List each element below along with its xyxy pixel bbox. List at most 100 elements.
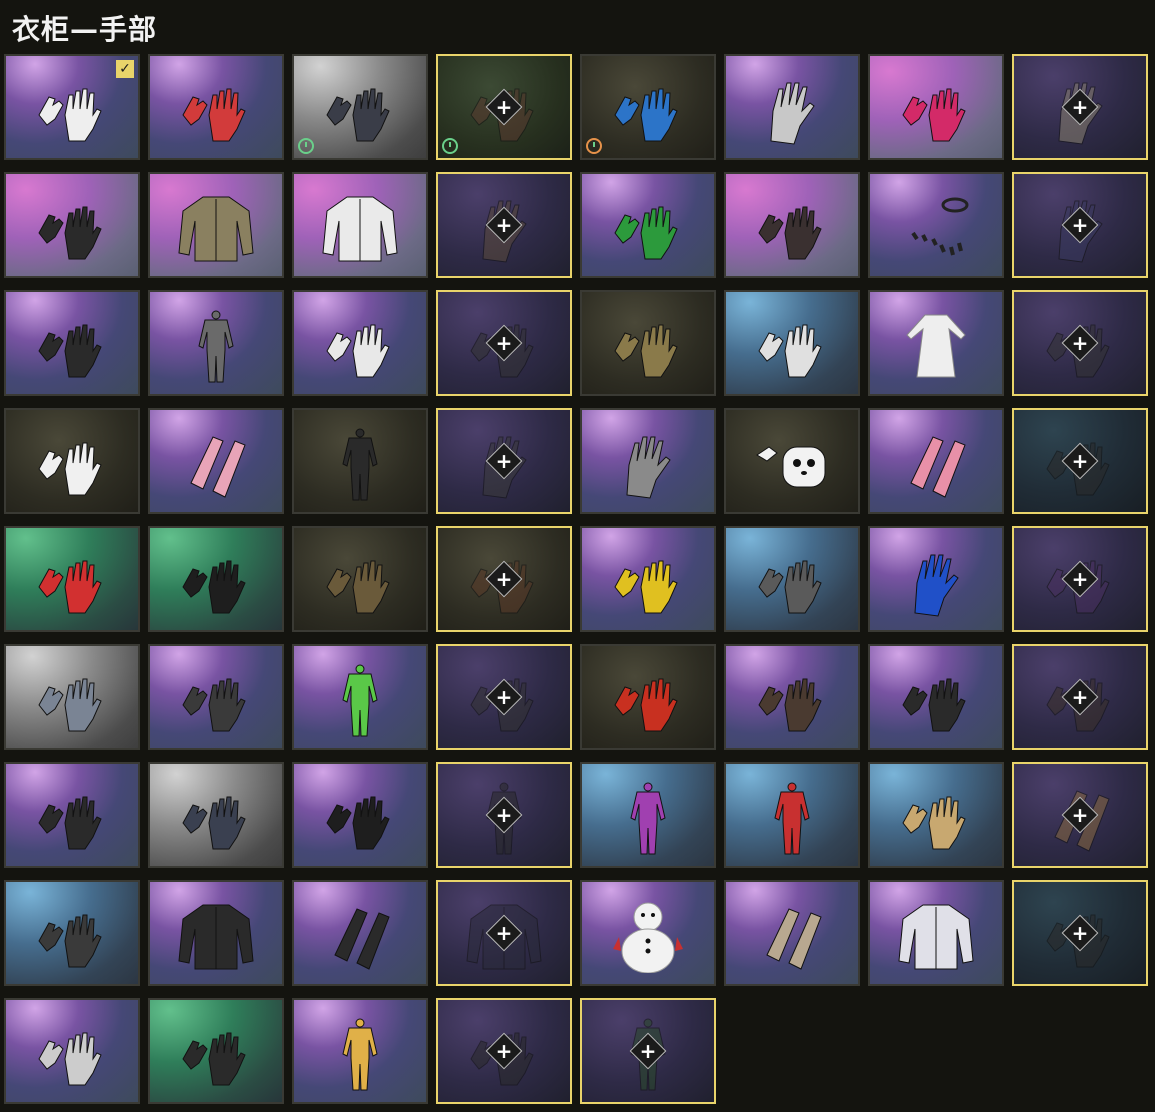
black-white-gloves-icon [29,779,115,855]
wardrobe-slot-purple-gloves-locked[interactable]: + [1012,526,1148,632]
red-studded-gloves-icon [173,1015,259,1091]
wardrobe-slot-studded-gray-fingerless[interactable] [724,526,860,632]
wardrobe-slot-white-red-racing-gloves[interactable] [148,54,284,160]
black-knit-gloves-icon [29,307,115,383]
wardrobe-slot-red-black-racing-gloves[interactable] [580,644,716,750]
blue-racing-gloves-icon [605,71,691,147]
skeleton-gloves-icon [29,425,115,501]
timer-clock-icon [298,138,314,154]
dark-wrap-gloves-icon [29,897,115,973]
tan-racing-gloves-icon [893,779,979,855]
wardrobe-slot-purple-bodysuit[interactable] [580,762,716,868]
wardrobe-slot-yellow-blue-gloves[interactable] [580,526,716,632]
white-tied-shirt-icon [317,189,403,265]
wardrobe-slot-white-painted-hand[interactable] [724,54,860,160]
wardrobe-slot-blue-latex-glove[interactable] [868,526,1004,632]
pink-sleeves-icon [173,425,259,501]
wardrobe-slot-armored-knuckle-gloves[interactable] [148,644,284,750]
wardrobe-slot-black-leather-jacket[interactable] [148,880,284,986]
wardrobe-slot-floral-sleeves-locked[interactable]: + [1012,762,1148,868]
wardrobe-slot-brown-gloves-locked[interactable]: + [436,54,572,160]
wardrobe-slot-white-knit-fingerless[interactable] [4,998,140,1104]
red-black-racing-gloves-icon [605,661,691,737]
wardrobe-slot-dark-wrap-gloves[interactable] [4,880,140,986]
wardrobe-slot-panda-mitten[interactable] [724,408,860,514]
wardrobe-slot-leather-bracer-locked[interactable]: + [436,172,572,278]
armored-knuckle-gloves-icon [173,661,259,737]
wardrobe-slot-green-white-suit[interactable] [292,644,428,750]
wardrobe-slot-gray-jumpsuit[interactable] [148,290,284,396]
wardrobe-slot-gray-blue-fingerless[interactable] [4,644,140,750]
snowman-suit-icon [605,897,691,974]
wardrobe-slot-blue-racing-gloves[interactable] [580,54,716,160]
wardrobe-slot-black-painted-hand-locked[interactable]: + [436,408,572,514]
wardrobe-slot-yellow-jumpsuit[interactable] [292,998,428,1104]
wardrobe-slot-dark-gloves-locked[interactable]: + [1012,880,1148,986]
wardrobe-slot-gold-armored-gloves[interactable] [580,290,716,396]
wardrobe-slot-white-fingerless-gloves[interactable]: ✓ [4,54,140,160]
wardrobe-slot-snowman-suit[interactable] [580,880,716,986]
wardrobe-slot-hooded-cloak-locked[interactable]: + [436,880,572,986]
purple-bodysuit-icon [605,779,691,855]
black-suit-icon [317,425,403,501]
wardrobe-grid: ✓ + + + + + + + + + + + + + + + + + + [4,54,1148,1104]
wardrobe-slot-orange-trim-gloves[interactable] [724,644,860,750]
green-white-suit-icon [317,661,403,737]
page-title: 衣柜—手部 [12,13,158,46]
wardrobe-slot-gold-trim-gloves-locked[interactable]: + [1012,644,1148,750]
wardrobe-slot-white-frill-dress[interactable] [868,290,1004,396]
black-bandage-sleeves-icon [317,897,403,973]
wardrobe-slot-black-knuckle-gloves[interactable] [292,762,428,868]
gray-jumpsuit-icon [173,307,259,383]
red-white-bodysuit-icon [749,779,835,855]
wardrobe-slot-black-tactical-locked-2[interactable]: + [436,998,572,1104]
wardrobe-slot-green-racing-gloves[interactable] [580,172,716,278]
black-claws-bracelet-icon [893,189,979,265]
orange-trim-gloves-icon [749,661,835,737]
wardrobe-slot-gray-sleeve-hand[interactable] [580,408,716,514]
wardrobe-slot-red-snowflake-gloves[interactable] [4,526,140,632]
wardrobe-slot-laced-fingerless-gloves[interactable] [868,644,1004,750]
wardrobe-slot-pink-racing-gloves[interactable] [868,54,1004,160]
wardrobe-slot-black-knit-gloves[interactable] [4,290,140,396]
wardrobe-slot-brown-fingerless-gloves[interactable] [292,526,428,632]
wardrobe-slot-blue-glove-locked[interactable]: + [1012,172,1148,278]
wardrobe-slot-dark-fingerless-gloves[interactable] [292,54,428,160]
wardrobe-slot-pink-knit-sleeve[interactable] [868,408,1004,514]
wardrobe-slot-green-suit-locked[interactable]: + [580,998,716,1104]
wardrobe-slot-camo-jacket[interactable] [148,172,284,278]
wardrobe-slot-white-gloves[interactable] [292,290,428,396]
wardrobe-slot-bandaged-hand-locked[interactable]: + [1012,54,1148,160]
brown-fingerless-gloves-icon [317,543,403,619]
wardrobe-slot-red-studded-gloves[interactable] [148,998,284,1104]
wardrobe-slot-black-suit[interactable] [292,408,428,514]
wardrobe-slot-black-white-gloves[interactable] [4,762,140,868]
wardrobe-slot-white-hooded-jacket[interactable] [868,880,1004,986]
wardrobe-slot-dark-knit-gloves-locked[interactable]: + [1012,408,1148,514]
wardrobe-slot-black-gloves-locked[interactable]: + [436,644,572,750]
wardrobe-slot-black-tactical-gloves-locked[interactable]: + [436,290,572,396]
wardrobe-slot-black-leather-gloves[interactable] [148,526,284,632]
wardrobe-slot-blue-armored-gloves[interactable] [148,762,284,868]
panda-mitten-icon [749,425,835,501]
wardrobe-slot-black-coat-locked[interactable]: + [436,762,572,868]
wardrobe-slot-skeleton-gloves[interactable] [4,408,140,514]
wardrobe-slot-tan-bandage-sleeves[interactable] [724,880,860,986]
timer-clock-icon [442,138,458,154]
wardrobe-slot-white-tied-shirt[interactable] [292,172,428,278]
blue-armored-gloves-icon [173,779,259,855]
wardrobe-slot-brown-leather-gloves-locked[interactable]: + [436,526,572,632]
wardrobe-slot-pink-sleeves[interactable] [148,408,284,514]
yellow-jumpsuit-icon [317,1015,403,1091]
wardrobe-slot-tan-racing-gloves[interactable] [868,762,1004,868]
black-fingerless-gloves-icon [29,189,115,265]
white-knit-fingerless-icon [29,1015,115,1091]
wardrobe-slot-white-knuckle-gloves[interactable] [724,290,860,396]
wardrobe-slot-black-fingerless-gloves[interactable] [4,172,140,278]
wardrobe-slot-studded-fingerless-gloves[interactable] [724,172,860,278]
gray-blue-fingerless-icon [29,661,115,737]
wardrobe-slot-black-studded-gloves-locked[interactable]: + [1012,290,1148,396]
wardrobe-slot-black-bandage-sleeves[interactable] [292,880,428,986]
wardrobe-slot-red-white-bodysuit[interactable] [724,762,860,868]
wardrobe-slot-black-claws-bracelet[interactable] [868,172,1004,278]
